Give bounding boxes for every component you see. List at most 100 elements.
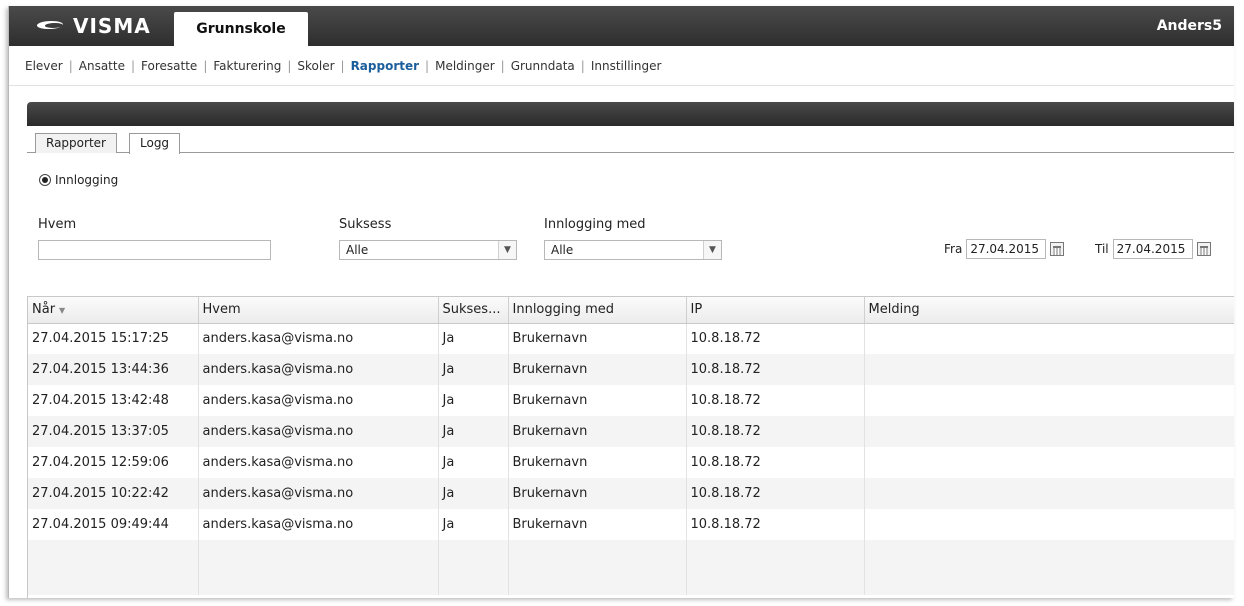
cell-time: 27.04.2015 13:42:48 <box>28 385 199 416</box>
cell-success: Ja <box>438 323 509 354</box>
panel-header-band <box>27 102 1234 126</box>
column-header-melding[interactable]: Melding <box>864 297 1234 324</box>
cell-success: Ja <box>438 416 509 447</box>
cell-message <box>864 509 1234 540</box>
fra-date-input[interactable]: 27.04.2015 <box>966 239 1047 259</box>
hvem-label: Hvem <box>38 217 77 232</box>
log-table: Når ▼ Hvem Sukses... Innlogging med IP Me… <box>27 296 1234 598</box>
visma-logo[interactable]: VISMA <box>37 14 151 38</box>
user-name[interactable]: Anders5 <box>1157 18 1222 34</box>
cell-user: anders.kasa@visma.no <box>198 385 439 416</box>
cell-time: 27.04.2015 10:22:42 <box>28 478 199 509</box>
table-header-row: Når ▼ Hvem Sukses... Innlogging med IP Me… <box>28 297 1234 324</box>
cell-user: anders.kasa@visma.no <box>198 447 439 478</box>
cell-user: anders.kasa@visma.no <box>198 509 439 540</box>
visma-swoosh-icon <box>37 19 65 33</box>
cell-message <box>864 478 1234 509</box>
cell-user: anders.kasa@visma.no <box>198 354 439 385</box>
radio-button-selected[interactable] <box>39 174 51 186</box>
table-row[interactable]: 27.04.2015 09:49:44 anders.kasa@visma.no… <box>28 509 1234 540</box>
cell-time: 27.04.2015 13:44:36 <box>28 354 199 385</box>
til-date-group: Til 27.04.2015 <box>1095 239 1211 259</box>
nav-item-innstillinger[interactable]: Innstillinger <box>585 59 668 73</box>
suksess-label: Suksess <box>339 217 392 232</box>
column-header-hvem[interactable]: Hvem <box>198 297 439 324</box>
suksess-select-value: Alle <box>346 243 369 257</box>
til-label: Til <box>1095 242 1109 256</box>
tab-rapporter[interactable]: Rapporter <box>35 133 117 153</box>
cell-login-method: Brukernavn <box>508 323 687 354</box>
fra-date-group: Fra 27.04.2015 <box>944 239 1065 259</box>
cell-time: 27.04.2015 15:17:25 <box>28 323 199 354</box>
cell-ip: 10.8.18.72 <box>686 323 865 354</box>
nav-item-rapporter[interactable]: Rapporter <box>345 59 425 73</box>
nav-item-fakturering[interactable]: Fakturering <box>207 59 287 73</box>
innlogging-med-select[interactable]: Alle ▼ <box>544 240 722 260</box>
cell-login-method: Brukernavn <box>508 416 687 447</box>
radio-label: Innlogging <box>55 173 119 187</box>
cell-ip: 10.8.18.72 <box>686 447 865 478</box>
app-tab-grunnskole[interactable]: Grunnskole <box>174 12 308 46</box>
sort-down-icon[interactable]: ▼ <box>59 306 65 315</box>
top-bar: VISMA Grunnskole Anders5 <box>9 6 1234 46</box>
cell-message <box>864 447 1234 478</box>
column-header-naar[interactable]: Når ▼ <box>28 297 199 324</box>
column-header-label: Når <box>32 302 56 318</box>
table-row[interactable]: 27.04.2015 15:17:25 anders.kasa@visma.no… <box>28 323 1234 354</box>
cell-message <box>864 323 1234 354</box>
table-row[interactable]: 27.04.2015 12:59:06 anders.kasa@visma.no… <box>28 447 1234 478</box>
app-window: VISMA Grunnskole Anders5 Elever | Ansatte… <box>8 6 1234 598</box>
nav-item-grunndata[interactable]: Grunndata <box>505 59 581 73</box>
chevron-down-icon[interactable]: ▼ <box>703 241 721 259</box>
cell-success: Ja <box>438 447 509 478</box>
column-header-ip[interactable]: IP <box>686 297 865 324</box>
cell-success: Ja <box>438 354 509 385</box>
hvem-input[interactable] <box>38 240 271 260</box>
table-row[interactable]: 27.04.2015 13:44:36 anders.kasa@visma.no… <box>28 354 1234 385</box>
nav-item-ansatte[interactable]: Ansatte <box>73 59 131 73</box>
innlogging-radio-row[interactable]: Innlogging <box>39 173 118 187</box>
empty-table-space <box>28 540 1234 595</box>
cell-login-method: Brukernavn <box>508 447 687 478</box>
report-tabs: Rapporter Logg <box>27 131 1234 154</box>
cell-login-method: Brukernavn <box>508 354 687 385</box>
cell-ip: 10.8.18.72 <box>686 478 865 509</box>
calendar-icon[interactable] <box>1196 242 1211 256</box>
table-row[interactable]: 27.04.2015 13:42:48 anders.kasa@visma.no… <box>28 385 1234 416</box>
main-nav: Elever | Ansatte | Foresatte | Fakturering |… <box>9 46 1234 86</box>
tab-logg[interactable]: Logg <box>129 133 181 154</box>
nav-item-elever[interactable]: Elever <box>19 59 69 73</box>
cell-ip: 10.8.18.72 <box>686 385 865 416</box>
cell-ip: 10.8.18.72 <box>686 354 865 385</box>
cell-login-method: Brukernavn <box>508 478 687 509</box>
table-row[interactable]: 27.04.2015 13:37:05 anders.kasa@visma.no… <box>28 416 1234 447</box>
cell-success: Ja <box>438 478 509 509</box>
cell-user: anders.kasa@visma.no <box>198 323 439 354</box>
cell-time: 27.04.2015 12:59:06 <box>28 447 199 478</box>
cell-success: Ja <box>438 509 509 540</box>
nav-item-meldinger[interactable]: Meldinger <box>429 59 501 73</box>
cell-ip: 10.8.18.72 <box>686 416 865 447</box>
logo-text: VISMA <box>73 14 151 38</box>
chevron-down-icon[interactable]: ▼ <box>498 241 516 259</box>
innlogging-med-select-value: Alle <box>551 243 574 257</box>
cell-user: anders.kasa@visma.no <box>198 416 439 447</box>
suksess-select[interactable]: Alle ▼ <box>339 240 517 260</box>
cell-user: anders.kasa@visma.no <box>198 478 439 509</box>
cell-message <box>864 354 1234 385</box>
column-header-suksess[interactable]: Sukses... <box>438 297 509 324</box>
table-row[interactable]: 27.04.2015 10:22:42 anders.kasa@visma.no… <box>28 478 1234 509</box>
nav-item-skoler[interactable]: Skoler <box>291 59 340 73</box>
column-header-innlogging-med[interactable]: Innlogging med <box>508 297 687 324</box>
cell-ip: 10.8.18.72 <box>686 509 865 540</box>
cell-time: 27.04.2015 13:37:05 <box>28 416 199 447</box>
cell-success: Ja <box>438 385 509 416</box>
til-date-input[interactable]: 27.04.2015 <box>1112 239 1193 259</box>
nav-item-foresatte[interactable]: Foresatte <box>135 59 203 73</box>
cell-message <box>864 385 1234 416</box>
cell-login-method: Brukernavn <box>508 385 687 416</box>
cell-time: 27.04.2015 09:49:44 <box>28 509 199 540</box>
innlogging-med-label: Innlogging med <box>544 217 646 232</box>
calendar-icon[interactable] <box>1050 242 1065 256</box>
cell-login-method: Brukernavn <box>508 509 687 540</box>
